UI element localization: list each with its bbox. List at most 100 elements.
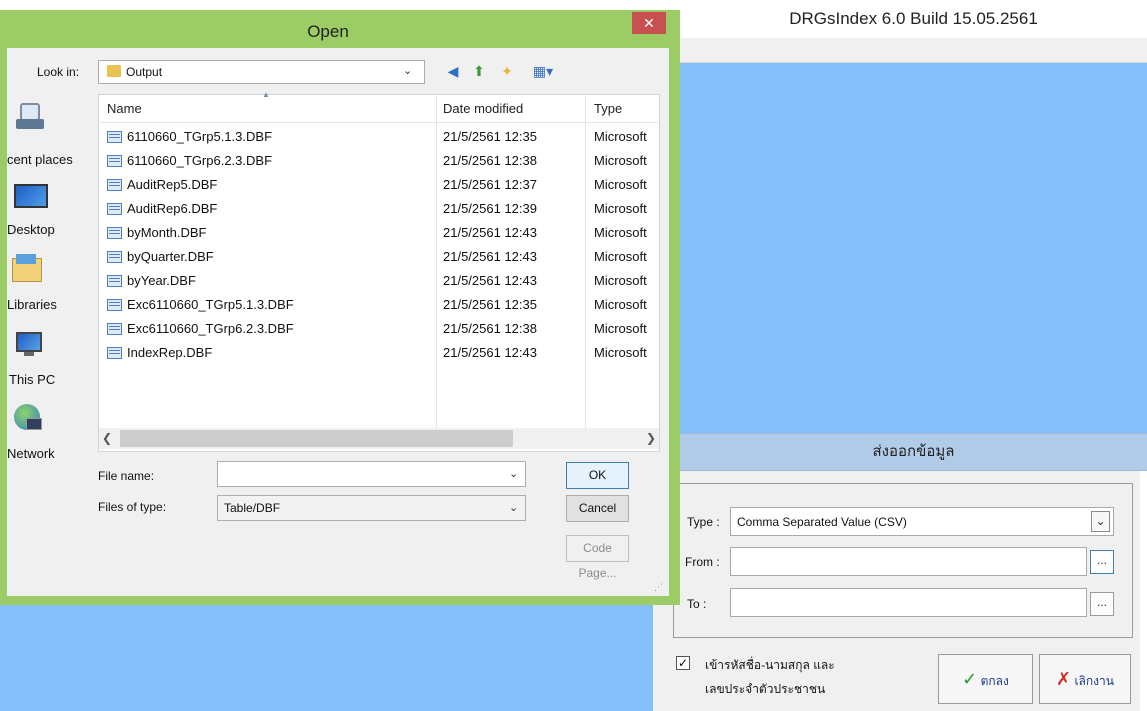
ok-button[interactable]: OK: [566, 462, 629, 489]
place-label-recent[interactable]: cent places: [7, 152, 73, 167]
look-in-value: Output: [126, 65, 163, 79]
dialog-title: Open: [307, 22, 349, 41]
file-date: 21/5/2561 12:37: [443, 177, 537, 192]
file-type: Microsoft: [594, 225, 647, 240]
sort-ascending-icon: ▲: [262, 90, 270, 99]
file-name: AuditRep6.DBF: [127, 201, 218, 216]
table-file-icon: [107, 251, 122, 263]
cancel-button[interactable]: Cancel: [566, 495, 629, 522]
type-select-value: Comma Separated Value (CSV): [737, 515, 907, 529]
scroll-left-icon[interactable]: ❮: [102, 431, 112, 445]
export-ok-button[interactable]: ✓ ตกลง: [938, 654, 1033, 704]
column-separator[interactable]: [585, 96, 586, 428]
table-file-icon: [107, 299, 122, 311]
code-page-button[interactable]: Code Page...: [566, 535, 629, 580]
file-name-label: File name:: [98, 469, 155, 483]
table-file-icon: [107, 323, 122, 335]
folder-icon: [107, 65, 121, 77]
app-title: DRGsIndex 6.0 Build 15.05.2561: [789, 9, 1038, 28]
table-file-icon: [107, 179, 122, 191]
up-folder-icon[interactable]: ⬆: [469, 61, 489, 81]
column-header-name[interactable]: Name: [107, 101, 142, 116]
from-label: From :: [685, 555, 720, 569]
file-type: Microsoft: [594, 129, 647, 144]
to-label: To :: [687, 597, 707, 611]
from-browse-button[interactable]: ...: [1090, 550, 1114, 574]
table-file-icon: [107, 227, 122, 239]
export-ok-label: ตกลง: [980, 674, 1009, 688]
file-type: Microsoft: [594, 345, 647, 360]
file-date: 21/5/2561 12:38: [443, 321, 537, 336]
libraries-icon[interactable]: [12, 252, 42, 282]
column-header-type[interactable]: Type: [594, 101, 622, 116]
file-date: 21/5/2561 12:43: [443, 273, 537, 288]
cross-icon: ✗: [1056, 669, 1072, 689]
resize-grip-icon[interactable]: ⋰: [654, 582, 663, 593]
file-type: Microsoft: [594, 249, 647, 264]
this-pc-icon[interactable]: [14, 330, 44, 358]
type-dropdown-arrow-icon[interactable]: ⌄: [1091, 511, 1110, 532]
file-type: Microsoft: [594, 321, 647, 336]
file-date: 21/5/2561 12:43: [443, 345, 537, 360]
column-header-date-modified[interactable]: Date modified: [443, 101, 523, 116]
new-folder-icon[interactable]: ✦: [497, 61, 517, 81]
back-icon[interactable]: ◀: [443, 61, 463, 81]
file-name: IndexRep.DBF: [127, 345, 213, 360]
file-name: byQuarter.DBF: [127, 249, 214, 264]
place-label-desktop[interactable]: Desktop: [7, 222, 55, 237]
file-date: 21/5/2561 12:38: [443, 153, 537, 168]
desktop-icon[interactable]: [14, 182, 48, 210]
file-type: Microsoft: [594, 153, 647, 168]
file-name: AuditRep5.DBF: [127, 177, 218, 192]
to-input[interactable]: [730, 588, 1087, 617]
file-type: Microsoft: [594, 297, 647, 312]
file-date: 21/5/2561 12:35: [443, 129, 537, 144]
file-type: Microsoft: [594, 201, 647, 216]
file-type: Microsoft: [594, 273, 647, 288]
table-file-icon: [107, 347, 122, 359]
checkmark-icon: ✓: [962, 669, 978, 689]
export-cancel-button[interactable]: ✗ เลิกงาน: [1039, 654, 1131, 704]
chevron-down-icon[interactable]: ⌄: [509, 467, 518, 480]
scrollbar-thumb[interactable]: [120, 430, 513, 447]
from-input[interactable]: [730, 547, 1087, 576]
encode-name-checkbox[interactable]: ✓: [676, 656, 690, 670]
file-date: 21/5/2561 12:43: [443, 225, 537, 240]
look-in-label: Look in:: [37, 65, 80, 79]
type-select[interactable]: Comma Separated Value (CSV): [730, 507, 1114, 536]
place-label-network[interactable]: Network: [7, 446, 55, 461]
view-menu-icon[interactable]: ▦▾: [527, 61, 559, 81]
place-label-libraries[interactable]: Libraries: [7, 297, 57, 312]
header-divider: [100, 122, 658, 123]
file-name: 6110660_TGrp6.2.3.DBF: [127, 153, 273, 168]
recent-places-icon[interactable]: [16, 103, 46, 131]
export-panel-header: ส่งออกข้อมูล: [680, 433, 1147, 471]
file-name: byMonth.DBF: [127, 225, 207, 240]
encode-name-label-line1: เข้ารหัสชื่อ-นามสกุล และ: [705, 658, 835, 672]
chevron-down-icon[interactable]: ⌄: [509, 501, 518, 514]
file-name: Exc6110660_TGrp6.2.3.DBF: [127, 321, 294, 336]
file-name-input[interactable]: [217, 461, 526, 487]
network-icon[interactable]: [14, 404, 44, 432]
to-browse-button[interactable]: ...: [1090, 592, 1114, 616]
close-icon[interactable]: ✕: [632, 12, 666, 34]
place-label-this-pc[interactable]: This PC: [9, 372, 55, 387]
app-canvas-bottom: [0, 605, 653, 711]
export-cancel-label: เลิกงาน: [1074, 674, 1114, 688]
table-file-icon: [107, 275, 122, 287]
files-of-type-value: Table/DBF: [224, 501, 281, 515]
type-label: Type :: [687, 515, 720, 529]
files-of-type-select[interactable]: Table/DBF: [217, 495, 526, 521]
app-edge: [1140, 433, 1147, 711]
file-date: 21/5/2561 12:35: [443, 297, 537, 312]
file-date: 21/5/2561 12:39: [443, 201, 537, 216]
file-name: Exc6110660_TGrp5.1.3.DBF: [127, 297, 294, 312]
files-of-type-label: Files of type:: [98, 500, 167, 514]
chevron-down-icon[interactable]: ⌄: [403, 64, 412, 77]
scroll-right-icon[interactable]: ❯: [646, 431, 656, 445]
column-separator[interactable]: [436, 96, 437, 428]
app-canvas-top: [680, 63, 1147, 433]
encode-name-label-line2: เลขประจำตัวประชาชน: [705, 682, 826, 696]
file-name: 6110660_TGrp5.1.3.DBF: [127, 129, 273, 144]
table-file-icon: [107, 131, 122, 143]
